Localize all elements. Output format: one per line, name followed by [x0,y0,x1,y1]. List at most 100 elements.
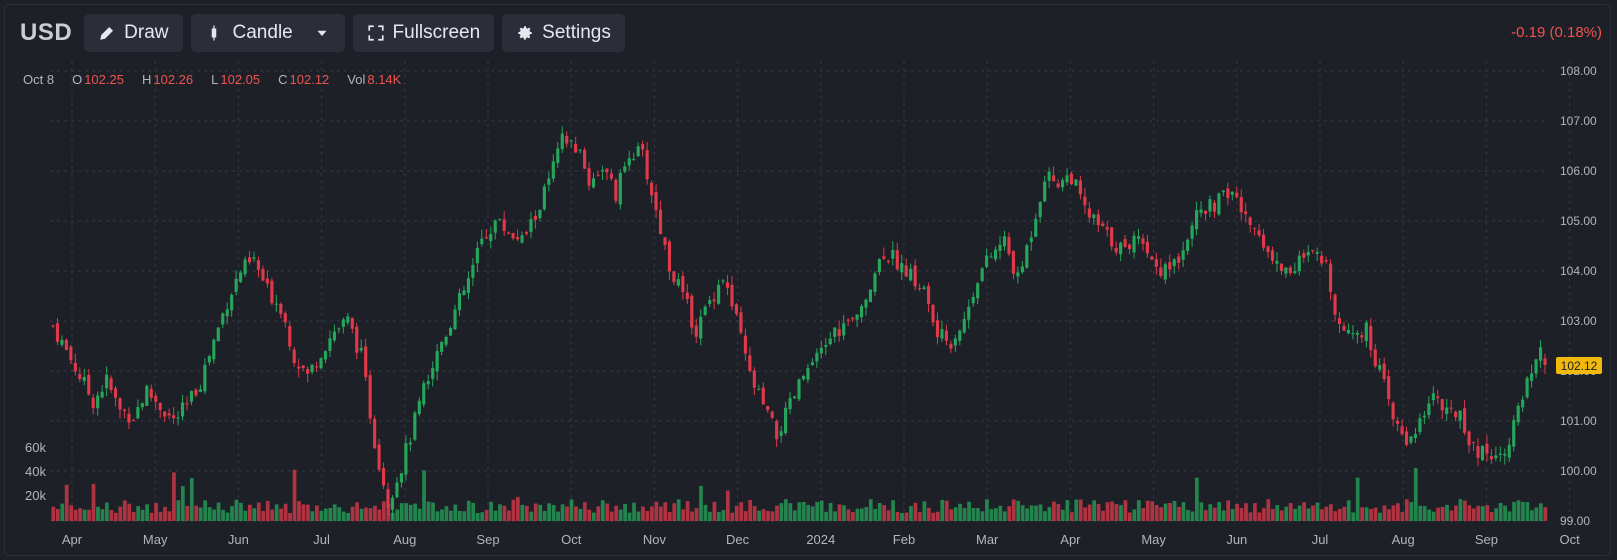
volume-bar [1248,512,1253,521]
volume-bar [944,500,949,521]
volume-bar [207,507,212,521]
candle-body [1498,453,1502,456]
volume-bar [127,503,132,521]
chart-type-dropdown[interactable]: Candle [190,14,345,52]
candle-body [1154,259,1158,267]
candle-body [1186,239,1190,251]
volume-bar [1145,500,1150,521]
candle-body [641,143,645,150]
candle-body [1270,250,1275,261]
volume-bar [1078,499,1083,521]
candle-body [1087,208,1091,218]
volume-bar [1413,468,1418,521]
candle-body [1324,260,1328,262]
volume-bar [1087,504,1092,521]
candle-body [1275,260,1279,264]
settings-button[interactable]: Settings [502,14,625,52]
volume-bar [51,506,56,521]
chart-type-label: Candle [232,22,293,43]
candle-body [672,271,676,283]
volume-bar [498,504,502,521]
volume-bar [1123,500,1128,521]
candle-body [1253,227,1257,229]
volume-bar [265,500,270,521]
candle-body [1480,445,1485,461]
candle-body [574,143,578,153]
volume-bar [725,490,730,521]
fullscreen-button-label: Fullscreen [392,22,481,43]
candle-body [748,355,752,371]
volume-bar [73,509,78,521]
candle-body [466,278,471,293]
volume-bar [216,502,221,521]
volume-bar [189,477,194,521]
volume-bar [323,508,328,521]
candle-body [1534,359,1538,374]
volume-bar [833,511,837,521]
candle-body [1311,249,1315,251]
volume-bar [243,510,248,521]
candle-body [381,468,386,486]
candle-body [131,420,135,422]
candle-body [502,219,506,231]
volume-bar [239,502,243,521]
candle-body [976,283,980,299]
time-tick-label: May [1141,532,1166,547]
price-tick-label: 100.00 [1560,464,1597,478]
candle-body [1141,238,1145,244]
candle-body [399,473,403,483]
volume-bar [1530,510,1534,521]
candle-body [136,407,140,419]
candle-body [243,259,247,275]
candle-body [524,232,529,234]
volume-bar [1543,507,1548,521]
candle-body [1034,218,1038,237]
candle-body [1288,267,1292,274]
price-tick-label: 99.00 [1560,514,1590,528]
draw-button[interactable]: Draw [84,14,183,52]
candle-body [855,314,859,320]
volume-bar [1275,504,1280,521]
volume-bar [113,512,118,521]
candle-body [770,411,774,418]
volume-bar [100,509,105,521]
candle-body [833,327,837,337]
fullscreen-button[interactable]: Fullscreen [352,14,495,52]
candle-body [828,338,832,345]
volume-bar [1235,503,1239,521]
candle-body [1364,322,1368,342]
volume-bar [583,502,587,521]
candle-body [484,237,488,239]
volume-bar [1150,501,1155,521]
candle-body [471,264,475,278]
volume-bar [708,511,712,521]
volume-bar [203,500,208,521]
volume-bar [1427,509,1432,521]
volume-bar [493,510,498,521]
candle-body [1248,217,1252,225]
candle-body [1145,241,1149,254]
volume-bar [1355,477,1360,521]
candle-body [1445,407,1449,414]
volume-bar [538,504,543,521]
candle-body [775,421,779,440]
time-tick-label: Feb [893,532,915,547]
candle-body [91,397,95,409]
volume-bar [895,511,900,521]
open-label: O [72,72,83,87]
volume-bar [1163,503,1168,521]
candle-body [212,339,216,360]
volume-bar [1083,507,1088,521]
high-value: 102.26 [153,72,194,87]
volume-bar [1324,506,1329,521]
time-tick-label: Nov [643,532,667,547]
volume-bar [855,508,860,521]
volume-bar [940,499,945,521]
candle-body [1530,373,1534,381]
volume-bar [194,505,199,521]
volume-bar [297,501,301,521]
candle-body [417,400,421,414]
candle-body [270,280,274,304]
candle-body [1360,335,1364,338]
volume-bar [1422,506,1427,521]
